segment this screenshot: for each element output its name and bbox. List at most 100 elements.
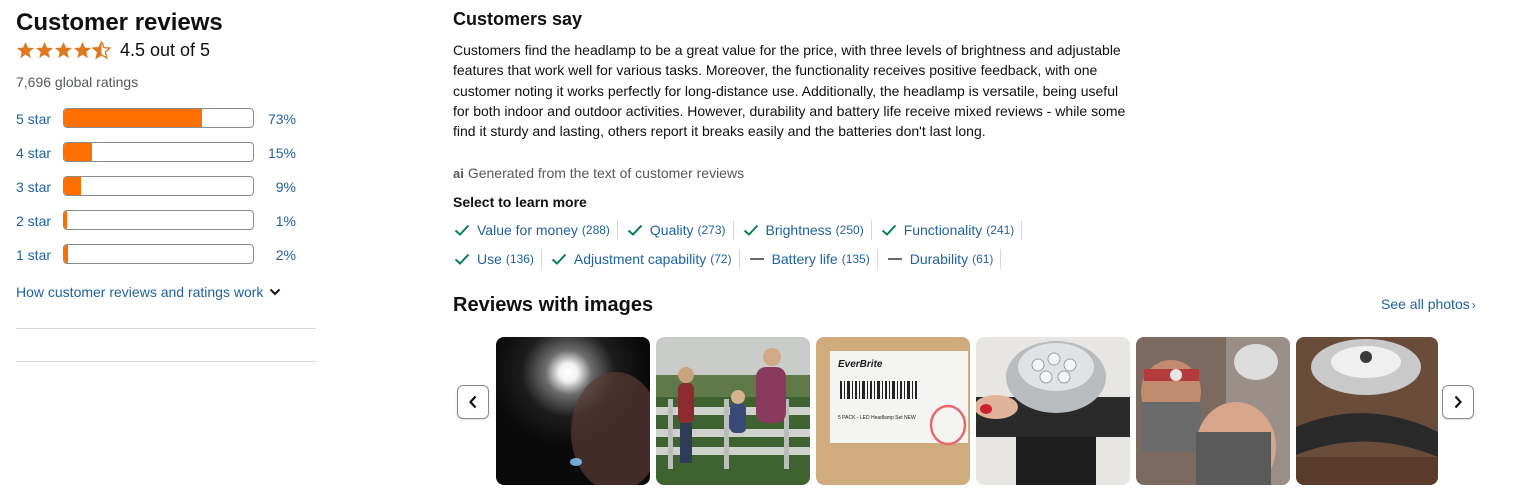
- carousel-prev-button[interactable]: [457, 385, 489, 419]
- aspect-count: (61): [972, 252, 994, 266]
- reviews-title: Customer reviews: [16, 9, 223, 36]
- review-photo-everbrite-box: EverBrite 5 PACK - LED Headlamp Set NEW: [816, 337, 970, 485]
- aspect-count: (273): [697, 223, 726, 237]
- aspect-chip[interactable]: Battery life (135): [748, 249, 878, 269]
- rating-text: 4.5 out of 5: [120, 40, 211, 60]
- histogram-row[interactable]: 1 star 2%: [16, 244, 316, 266]
- ai-generated-note: ai Generated from the text of customer r…: [453, 165, 744, 181]
- checkmark-icon: [551, 253, 567, 265]
- aspect-chip[interactable]: Value for money (288): [453, 220, 618, 240]
- star-full-icon: [73, 41, 92, 59]
- divider: [16, 361, 316, 362]
- aspect-chips-row-2: Use (136) Adjustment capability (72) Battery…: [453, 249, 1009, 269]
- histogram-bar-fill: [64, 143, 93, 161]
- review-photo-headlamp-night: [496, 337, 650, 485]
- aspect-label: Value for money: [477, 222, 578, 238]
- histogram-star-label: 5 star: [16, 111, 52, 127]
- aspect-label: Quality: [649, 222, 694, 238]
- aspect-chip[interactable]: Functionality (241): [880, 220, 1023, 240]
- dash-icon: [887, 258, 902, 260]
- average-rating[interactable]: 4.5 out of 5: [16, 40, 210, 61]
- chevron-right-icon: ›: [1471, 298, 1476, 312]
- histogram-star-label: 2 star: [16, 213, 52, 229]
- review-photo[interactable]: EverBrite 5 PACK - LED Headlamp Set NEW: [816, 337, 970, 485]
- see-all-photos-link[interactable]: See all photos ›: [1381, 296, 1476, 312]
- aspect-count: (135): [841, 252, 870, 266]
- histogram-row[interactable]: 3 star 9%: [16, 176, 316, 198]
- histogram-percent: 15%: [267, 145, 296, 161]
- checkmark-icon: [743, 224, 758, 236]
- review-summary-text: Customers find the headlamp to be a grea…: [453, 42, 1126, 140]
- aspect-count: (288): [581, 223, 610, 237]
- box-brand-text: EverBrite: [838, 359, 883, 370]
- star-half-icon: [92, 41, 111, 60]
- aspect-count: (136): [505, 252, 534, 266]
- histogram-bar: [63, 210, 254, 230]
- histogram-row[interactable]: 4 star 15%: [16, 142, 316, 164]
- review-photo[interactable]: [976, 337, 1130, 485]
- aspect-count: (72): [710, 252, 732, 266]
- review-photo-people-headlamps: [1136, 337, 1290, 485]
- histogram-bar-fill: [64, 245, 68, 263]
- aspect-chip[interactable]: Quality (273): [626, 220, 734, 240]
- divider: [16, 328, 316, 329]
- star-full-icon: [16, 41, 35, 59]
- aspect-label: Use: [477, 251, 502, 267]
- star-full-icon: [35, 41, 54, 59]
- review-photo[interactable]: [496, 337, 650, 485]
- chevron-right-icon: [1454, 395, 1462, 409]
- carousel-next-button[interactable]: [1442, 385, 1474, 419]
- review-photo-headlamp-closeup: [976, 337, 1130, 485]
- customers-say-title: Customers say: [453, 9, 583, 29]
- histogram-percent: 2%: [275, 247, 296, 263]
- histogram-bar: [63, 108, 254, 128]
- aspect-chip[interactable]: Durability (61): [886, 249, 1002, 269]
- aspect-label: Battery life: [771, 251, 838, 267]
- dash-icon: [749, 258, 764, 260]
- how-reviews-work-link[interactable]: How customer reviews and ratings work: [16, 284, 281, 300]
- chevron-down-icon: [270, 288, 281, 296]
- histogram-percent: 73%: [267, 111, 296, 127]
- see-all-photos-label: See all photos: [1381, 296, 1470, 312]
- aspect-label: Functionality: [903, 222, 983, 238]
- aspect-count: (241): [986, 223, 1015, 237]
- checkmark-icon: [454, 253, 470, 265]
- histogram-star-label: 3 star: [16, 179, 52, 195]
- aspect-chips-row-1: Value for money (288) Quality (273) Brightne…: [453, 220, 1030, 240]
- star-full-icon: [54, 41, 73, 59]
- ai-icon: ai: [453, 165, 464, 181]
- box-caption-text: 5 PACK - LED Headlamp Set NEW: [838, 415, 916, 421]
- review-photo[interactable]: [1296, 337, 1438, 485]
- checkmark-icon: [627, 224, 643, 236]
- histogram-bar: [63, 142, 254, 162]
- chevron-left-icon: [469, 395, 477, 409]
- reviews-with-images-title: Reviews with images: [453, 294, 654, 316]
- histogram-row[interactable]: 5 star 73%: [16, 108, 316, 130]
- global-ratings-count: 7,696 global ratings: [16, 74, 139, 90]
- histogram-percent: 9%: [275, 179, 296, 195]
- aspect-chip[interactable]: Adjustment capability (72): [550, 249, 740, 269]
- histogram-bar: [63, 176, 254, 196]
- histogram-bar-fill: [64, 177, 81, 195]
- review-photo[interactable]: [1136, 337, 1290, 485]
- histogram-star-label: 1 star: [16, 247, 52, 263]
- checkmark-icon: [454, 224, 470, 236]
- review-photo-headlamp-strap: [1296, 337, 1438, 485]
- histogram-star-label: 4 star: [16, 145, 52, 161]
- aspect-label: Brightness: [765, 222, 832, 238]
- histogram-row[interactable]: 2 star 1%: [16, 210, 316, 232]
- histogram-bar-fill: [64, 109, 202, 127]
- histogram-bar: [63, 244, 254, 264]
- checkmark-icon: [881, 224, 896, 236]
- aspect-label: Adjustment capability: [573, 251, 707, 267]
- aspect-chip[interactable]: Use (136): [453, 249, 542, 269]
- aspect-chip[interactable]: Brightness (250): [742, 220, 872, 240]
- ai-note-text: Generated from the text of customer revi…: [467, 165, 745, 181]
- how-reviews-work-label: How customer reviews and ratings work: [16, 284, 264, 300]
- aspect-label: Durability: [909, 251, 969, 267]
- review-photo[interactable]: [656, 337, 810, 485]
- aspect-count: (250): [835, 223, 864, 237]
- histogram-bar-fill: [64, 211, 67, 229]
- star-rating-icon: [16, 41, 111, 60]
- review-photo-kids-fence: [656, 337, 810, 485]
